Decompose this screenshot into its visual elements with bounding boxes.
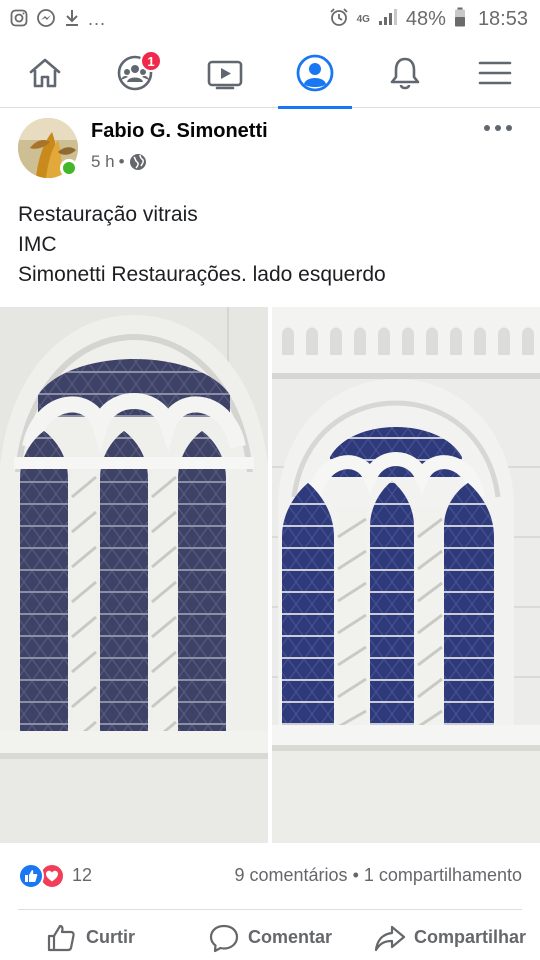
post-options-icon[interactable] [484,120,512,136]
download-icon [64,9,80,30]
reactions-summary: 12 9 comentários • 1 compartilhamento [0,856,540,896]
reaction-icons[interactable] [18,863,68,889]
comments-shares-summary: 9 comentários • 1 compartilhamento [235,865,523,886]
share-button[interactable]: Compartilhar [374,915,526,960]
battery-icon [454,7,466,32]
home-icon [29,58,61,88]
clock-time: 18:53 [477,7,528,30]
like-reaction-icon [18,863,44,889]
more-notifications-indicator: ... [88,8,107,29]
reaction-count[interactable]: 12 [72,865,92,886]
divider [18,909,522,910]
comment-icon [209,924,239,952]
post-text-line-1: Restauração vitrais [18,203,198,226]
nav-menu[interactable] [450,38,540,108]
post-text: Restauração vitrais IMC Simonetti Restau… [18,200,518,290]
signal-icon [378,8,398,31]
online-status-dot [60,159,78,177]
post-action-bar: Curtir Comentar Compartilhar [0,915,540,960]
like-label: Curtir [86,927,135,947]
post-photo-right[interactable] [272,307,540,843]
profile-icon [296,54,334,92]
video-icon [207,60,243,90]
post-photos [0,307,540,843]
nav-groups[interactable]: 1 [90,38,180,108]
shares-count[interactable]: 1 compartilhamento [364,865,522,885]
post-author-name[interactable]: Fabio G. Simonetti [91,120,268,143]
bell-icon [390,57,420,90]
status-right: 4G 48% 18:53 [329,7,528,32]
nav-watch[interactable] [180,38,270,108]
post-header: Fabio G. Simonetti 5 h • [0,108,540,188]
post-text-line-3: Simonetti Restaurações. lado esquerdo [18,263,386,286]
globe-icon [129,154,146,170]
post-time[interactable]: 5 h [91,152,115,172]
status-bar: ... 4G 48% 18:53 [0,0,540,38]
dot [495,125,501,131]
comments-count[interactable]: 9 comentários [235,865,348,885]
share-icon [374,925,406,951]
top-navigation: 1 [0,38,540,109]
post-meta: 5 h • [91,152,147,172]
network-label: 4G [356,13,370,25]
nav-profile[interactable] [270,38,360,109]
post-photo-left[interactable] [0,307,268,843]
summary-separator: • [352,865,359,885]
status-left: ... [10,8,106,31]
dot [484,125,490,131]
hamburger-icon [478,61,512,85]
like-button[interactable]: Curtir [46,915,135,960]
dot [506,125,512,131]
nav-home[interactable] [0,38,90,108]
instagram-icon [10,9,28,30]
post-text-line-2: IMC [18,233,57,256]
share-label: Compartilhar [414,927,527,947]
comment-label: Comentar [248,927,333,947]
battery-percent: 48% [405,7,446,30]
messenger-icon [36,8,56,31]
comment-button[interactable]: Comentar [208,915,332,960]
alarm-icon [329,7,349,32]
groups-badge: 1 [140,50,162,72]
thumbs-up-icon [47,924,75,951]
meta-separator: • [118,152,125,171]
nav-notifications[interactable] [360,38,450,108]
network-type-label: 4G [356,13,370,25]
